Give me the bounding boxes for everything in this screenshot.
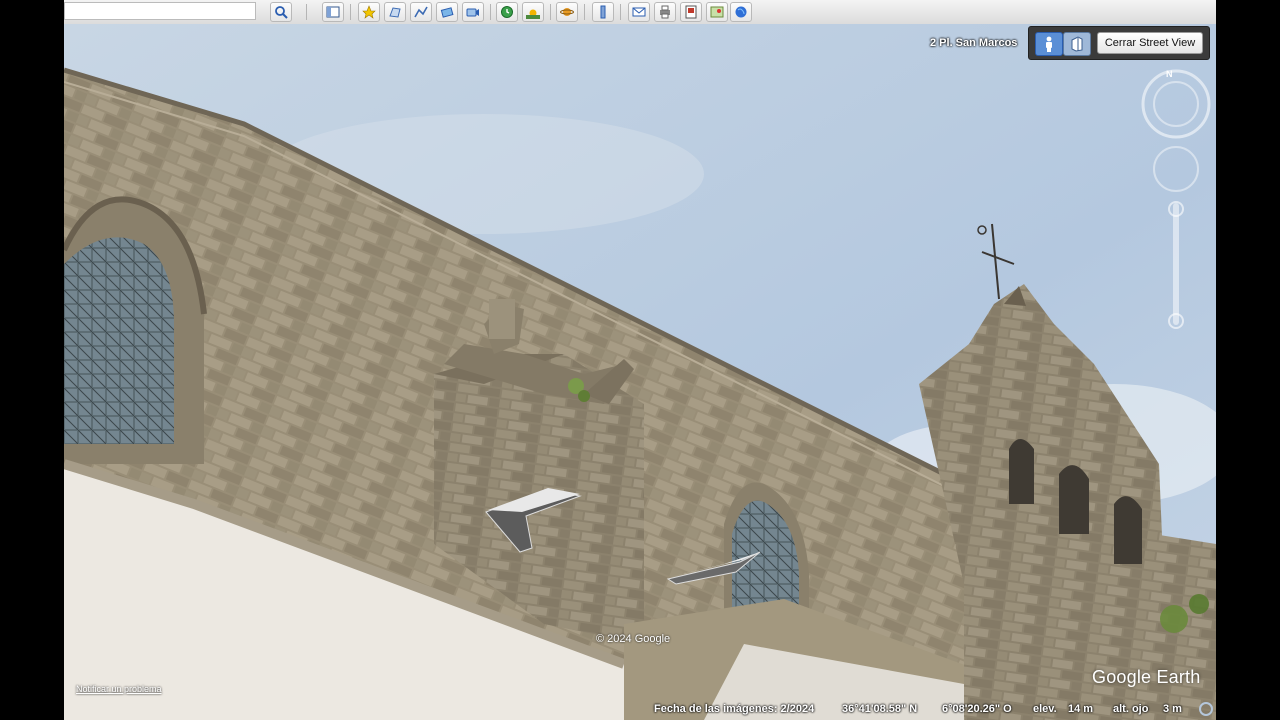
overlay-icon[interactable] [436, 2, 458, 22]
zoom-slider[interactable] [1168, 201, 1184, 329]
search-icon[interactable] [270, 2, 292, 22]
navigation-controls: N [1140, 66, 1212, 336]
streaming-icon [1199, 702, 1213, 716]
placemark-icon[interactable] [358, 2, 380, 22]
copyright-text: © 2024 Google [596, 633, 671, 645]
history-icon[interactable] [496, 2, 518, 22]
google-earth-window: 2 Pl. San Marcos Cerrar Street View N © … [64, 0, 1216, 720]
toolbar-separator [490, 4, 491, 20]
email-icon[interactable] [628, 2, 650, 22]
polygon-icon[interactable] [384, 2, 406, 22]
compass-ring[interactable] [1141, 69, 1211, 139]
longitude: 6°08'20.26" O [942, 703, 1012, 715]
panel-icon[interactable] [322, 2, 344, 22]
path-icon[interactable] [410, 2, 432, 22]
ruler-icon[interactable] [592, 2, 614, 22]
tour-icon[interactable] [462, 2, 484, 22]
search-input[interactable] [64, 2, 256, 20]
planet-icon[interactable] [556, 2, 578, 22]
toolbar-separator [306, 4, 307, 20]
report-problem-link[interactable]: Notificar un problema [76, 684, 162, 694]
toolbar-separator [620, 4, 621, 20]
building-icon[interactable] [1063, 32, 1091, 56]
elevation-label: elev. [1033, 703, 1057, 715]
person-icon[interactable] [1035, 32, 1063, 56]
street-view-scene[interactable] [64, 24, 1216, 720]
map-icon[interactable] [706, 2, 728, 22]
status-bar: Fecha de las imágenes: 2/2024 36°41'08.5… [648, 700, 1216, 720]
toolbar [64, 0, 1216, 25]
look-joystick[interactable] [1153, 146, 1199, 192]
toolbar-separator [550, 4, 551, 20]
eye-altitude-label: alt. ojo [1113, 703, 1149, 715]
elevation-value: 14 m [1068, 703, 1094, 715]
earth-icon[interactable] [730, 2, 752, 22]
toolbar-separator [584, 4, 585, 20]
latitude: 36°41'08.58" N [842, 703, 918, 715]
imagery-date: Fecha de las imágenes: 2/2024 [654, 703, 815, 715]
close-street-view-button[interactable]: Cerrar Street View [1097, 32, 1203, 54]
street-address: 2 Pl. San Marcos [930, 37, 1018, 49]
google-earth-logo: Google Earth [1092, 667, 1201, 687]
north-label: N [1166, 69, 1173, 79]
print-icon[interactable] [654, 2, 676, 22]
save-image-icon[interactable] [680, 2, 702, 22]
sun-icon[interactable] [522, 2, 544, 22]
street-view-panel: Cerrar Street View [1028, 26, 1210, 60]
eye-altitude-value: 3 m [1163, 703, 1182, 715]
toolbar-separator [350, 4, 351, 20]
